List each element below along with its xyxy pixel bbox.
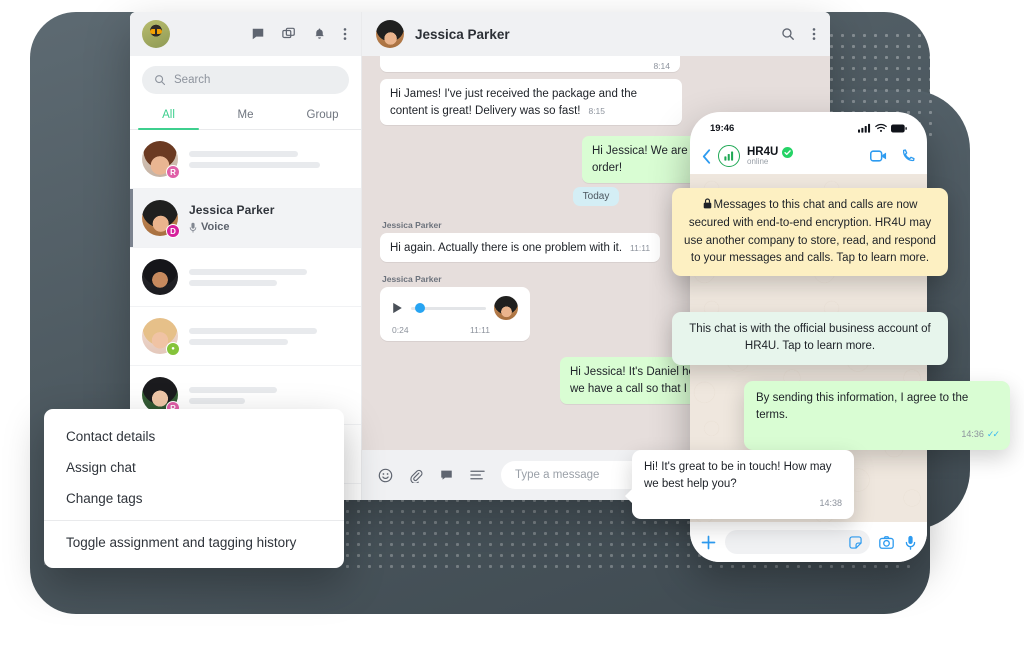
voice-call-icon[interactable]: [901, 149, 915, 163]
chat-filter-tabs: All Me Group: [130, 100, 361, 130]
voice-progress-handle[interactable]: [415, 303, 425, 314]
message-bubble-partial: 8:14: [380, 56, 680, 72]
phone-composer: [690, 522, 927, 562]
message-input-placeholder: Type a message: [515, 469, 600, 481]
message-text: Hi again. Actually there is one problem …: [390, 241, 623, 254]
read-receipt-icon: ✓✓: [986, 428, 1000, 439]
message-meta: 14:36 ✓✓: [756, 428, 1000, 442]
avatar[interactable]: [376, 20, 404, 48]
day-divider-label: Today: [572, 186, 620, 206]
message-time: 11:11: [630, 242, 651, 253]
menu-item-change-tags[interactable]: Change tags: [44, 483, 344, 514]
phone-clock: 19:46: [710, 122, 735, 134]
message-time: 14:38: [819, 497, 842, 508]
screenshot-root: Search All Me Group R D Jessica Parker V…: [0, 0, 1024, 650]
phone-contact-status: online: [747, 157, 769, 166]
voice-progress-slider[interactable]: [411, 303, 486, 314]
more-vertical-icon[interactable]: [812, 27, 816, 41]
outgoing-terms-bubble: By sending this information, I agree to …: [744, 381, 1010, 450]
list-item-skeleton: [189, 382, 349, 409]
sidebar-item-jessica-parker[interactable]: D Jessica Parker Voice: [130, 189, 361, 248]
voice-message-bubble[interactable]: 0:24 11:11: [380, 287, 530, 342]
encryption-notice-bubble[interactable]: Messages to this chat and calls are now …: [672, 188, 948, 276]
business-notice-text: This chat is with the official business …: [689, 323, 931, 353]
context-menu[interactable]: Contact details Assign chat Change tags …: [44, 409, 344, 568]
play-icon[interactable]: [392, 302, 403, 314]
business-account-notice-bubble[interactable]: This chat is with the official business …: [672, 312, 948, 365]
message-time: 14:36: [961, 428, 984, 439]
message-text: Hi! It's great to be in touch! How may w…: [644, 461, 832, 491]
tab-me[interactable]: Me: [207, 100, 284, 129]
duplicate-icon[interactable]: [282, 27, 296, 41]
list-item[interactable]: R: [130, 130, 361, 189]
menu-item-toggle-assignment-history[interactable]: Toggle assignment and tagging history: [44, 527, 344, 558]
plus-icon[interactable]: [701, 535, 716, 550]
battery-icon: [891, 124, 907, 133]
search-icon: [154, 74, 166, 86]
bar-chart-logo-icon: [718, 145, 740, 167]
list-item[interactable]: [130, 248, 361, 307]
microphone-icon: [189, 222, 197, 233]
search-placeholder: Search: [174, 74, 211, 86]
search-container: Search: [130, 56, 361, 100]
left-toolbar: [130, 12, 361, 56]
menu-item-assign-chat[interactable]: Assign chat: [44, 452, 344, 483]
list-item-skeleton: [189, 264, 349, 291]
status-badge: D: [166, 224, 180, 238]
encryption-notice-text: Messages to this chat and calls are now …: [684, 199, 936, 264]
phone-status-bar: 19:46: [690, 112, 927, 138]
message-time: 8:14: [653, 60, 670, 71]
list-item-name: Jessica Parker: [189, 203, 275, 217]
sticker-icon[interactable]: [849, 535, 862, 549]
status-badge: R: [166, 165, 180, 179]
search-icon[interactable]: [781, 27, 795, 41]
list-item[interactable]: ●: [130, 307, 361, 366]
more-vertical-icon[interactable]: [343, 27, 347, 41]
list-item-skeleton: [189, 146, 349, 173]
message-bubble: Hi James! I've just received the package…: [380, 79, 682, 126]
avatar: [494, 296, 518, 321]
tab-all[interactable]: All: [130, 100, 207, 130]
back-chevron-icon[interactable]: [702, 148, 711, 164]
attachment-icon[interactable]: [409, 468, 423, 483]
message-bubble: Hi again. Actually there is one problem …: [380, 232, 661, 263]
phone-message-input[interactable]: [725, 530, 870, 554]
list-item-subtitle-text: Voice: [201, 221, 230, 233]
wifi-icon: [875, 123, 887, 133]
notes-icon[interactable]: [470, 469, 485, 481]
incoming-greeting-bubble: Hi! It's great to be in touch! How may w…: [625, 450, 854, 519]
conversation-header: Jessica Parker: [362, 12, 830, 56]
menu-separator: [44, 520, 344, 521]
microphone-icon[interactable]: [905, 535, 916, 550]
page-title: Jessica Parker: [415, 26, 510, 42]
bell-icon[interactable]: [313, 27, 326, 41]
video-call-icon[interactable]: [870, 150, 887, 162]
list-item-skeleton: [189, 323, 349, 350]
avatar: [142, 259, 178, 295]
verified-badge-icon: [782, 146, 794, 158]
voice-duration: 0:24: [392, 325, 409, 336]
tab-group[interactable]: Group: [284, 100, 361, 129]
list-item-subtitle: Voice: [189, 221, 349, 233]
lock-icon: [703, 198, 712, 215]
phone-chat-header: HR4U online: [690, 138, 927, 174]
search-input[interactable]: Search: [142, 66, 349, 94]
chat-icon[interactable]: [251, 27, 265, 41]
camera-icon[interactable]: [879, 535, 894, 549]
menu-item-contact-details[interactable]: Contact details: [44, 421, 344, 452]
message-time: 8:15: [588, 105, 606, 116]
cellular-icon: [858, 123, 871, 133]
status-badge: ●: [166, 342, 180, 356]
message-time: 11:11: [469, 325, 490, 336]
message-text: By sending this information, I agree to …: [756, 392, 969, 422]
emoji-icon[interactable]: [378, 468, 393, 483]
avatar[interactable]: [142, 20, 170, 48]
template-icon[interactable]: [439, 468, 454, 482]
